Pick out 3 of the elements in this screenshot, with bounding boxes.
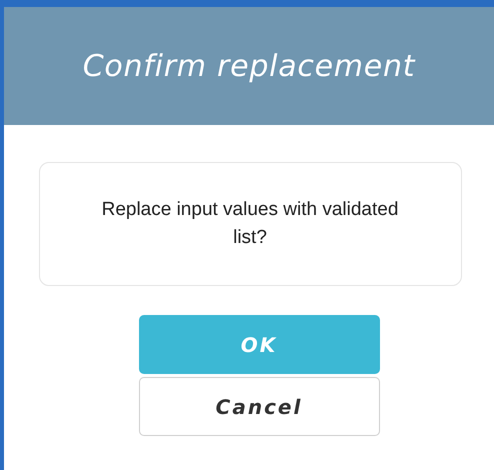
message-text: Replace input values with validated list? [100,198,400,250]
cancel-button[interactable]: Cancel [138,377,380,436]
dialog-title: Confirm replacement [82,48,416,86]
